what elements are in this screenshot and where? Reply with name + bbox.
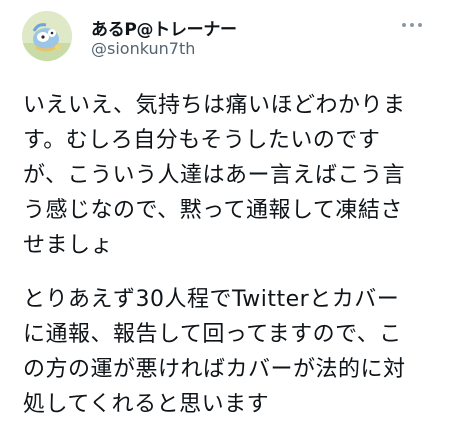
display-name[interactable]: あるP@トレーナー [91,15,237,40]
user-handle[interactable]: @sionkun7th [91,39,195,58]
tweet-text-line: う感じなので、黙って通報して凍結さ [23,198,403,223]
tweet-text-line: せましょ [23,233,114,258]
more-dots-icon[interactable] [402,18,424,32]
tweet: あるP@トレーナー @sionkun7th いえいえ、気持ちは痛いほどわかりま … [0,0,450,430]
tweet-paragraph-1: いえいえ、気持ちは痛いほどわかりま す。むしろ自分もそうしたいのです が、こうい… [23,88,433,263]
tweet-text-line: 処してくれると思います [23,392,270,417]
tweet-text-line: とりあえず30人程でTwitterとカバー [23,287,400,312]
tweet-paragraph-2: とりあえず30人程でTwitterとカバー に通報、報告して回ってますので、こ … [23,282,433,422]
tweet-text-line: が、こういう人達はあー言えばこう言 [23,163,406,188]
tweet-text-line: いえいえ、気持ちは痛いほどわかりま [23,93,406,118]
tweet-text-line: の方の運が悪ければカバーが法的に対 [23,357,406,382]
tweet-text-line: に通報、報告して回ってますので、こ [23,322,402,347]
tweet-text-line: す。むしろ自分もそうしたいのです [23,128,381,153]
mascot-avatar-icon[interactable] [22,11,72,61]
